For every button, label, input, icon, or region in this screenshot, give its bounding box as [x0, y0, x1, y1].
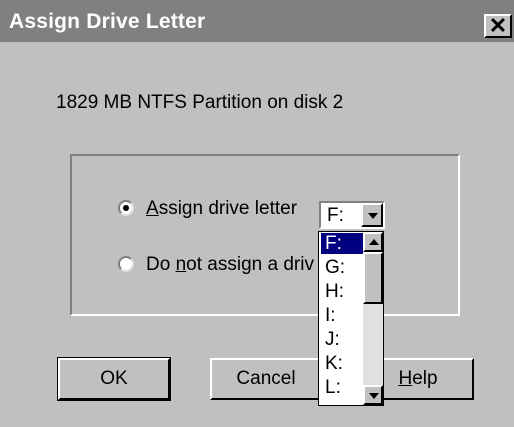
dropdown-item-j[interactable]: J:	[321, 329, 365, 350]
scroll-down-button[interactable]	[363, 385, 383, 405]
title-bar[interactable]: Assign Drive Letter ✕	[0, 0, 514, 42]
assign-radio-label[interactable]: Assign drive letter	[146, 198, 297, 220]
close-icon: ✕	[488, 13, 508, 38]
combo-dropdown-button[interactable]	[361, 203, 383, 227]
partition-description: 1829 MB NTFS Partition on disk 2	[56, 92, 344, 113]
ok-button[interactable]: OK	[57, 357, 171, 401]
dropdown-scrollbar[interactable]	[363, 232, 383, 405]
cancel-button[interactable]: Cancel	[210, 358, 322, 400]
window-title: Assign Drive Letter	[9, 10, 206, 33]
scroll-thumb[interactable]	[363, 252, 383, 304]
dropdown-item-k[interactable]: K:	[321, 353, 365, 374]
drive-letter-combobox[interactable]: F:	[319, 201, 385, 229]
dropdown-item-l[interactable]: L:	[321, 377, 365, 398]
arrow-up-icon	[369, 239, 379, 245]
drive-letter-value: F:	[327, 205, 344, 226]
close-button[interactable]: ✕	[484, 14, 512, 38]
dropdown-item-f[interactable]: F:	[321, 233, 365, 254]
radio-selected-dot	[123, 205, 129, 211]
dropdown-item-i[interactable]: I:	[321, 305, 365, 326]
assign-radio-button[interactable]	[118, 200, 134, 216]
dropdown-item-h[interactable]: H:	[321, 281, 365, 302]
do-not-assign-radio-label[interactable]: Do not assign a driv	[146, 254, 314, 276]
chevron-down-icon	[368, 213, 378, 219]
drive-letter-dropdown-list[interactable]: F: G: H: I: J: K: L:	[318, 231, 384, 406]
scroll-up-button[interactable]	[363, 232, 383, 252]
arrow-down-icon	[369, 393, 379, 399]
dropdown-item-g[interactable]: G:	[321, 257, 365, 278]
do-not-assign-radio-button[interactable]	[118, 256, 134, 272]
drive-letter-groupbox	[70, 154, 460, 316]
